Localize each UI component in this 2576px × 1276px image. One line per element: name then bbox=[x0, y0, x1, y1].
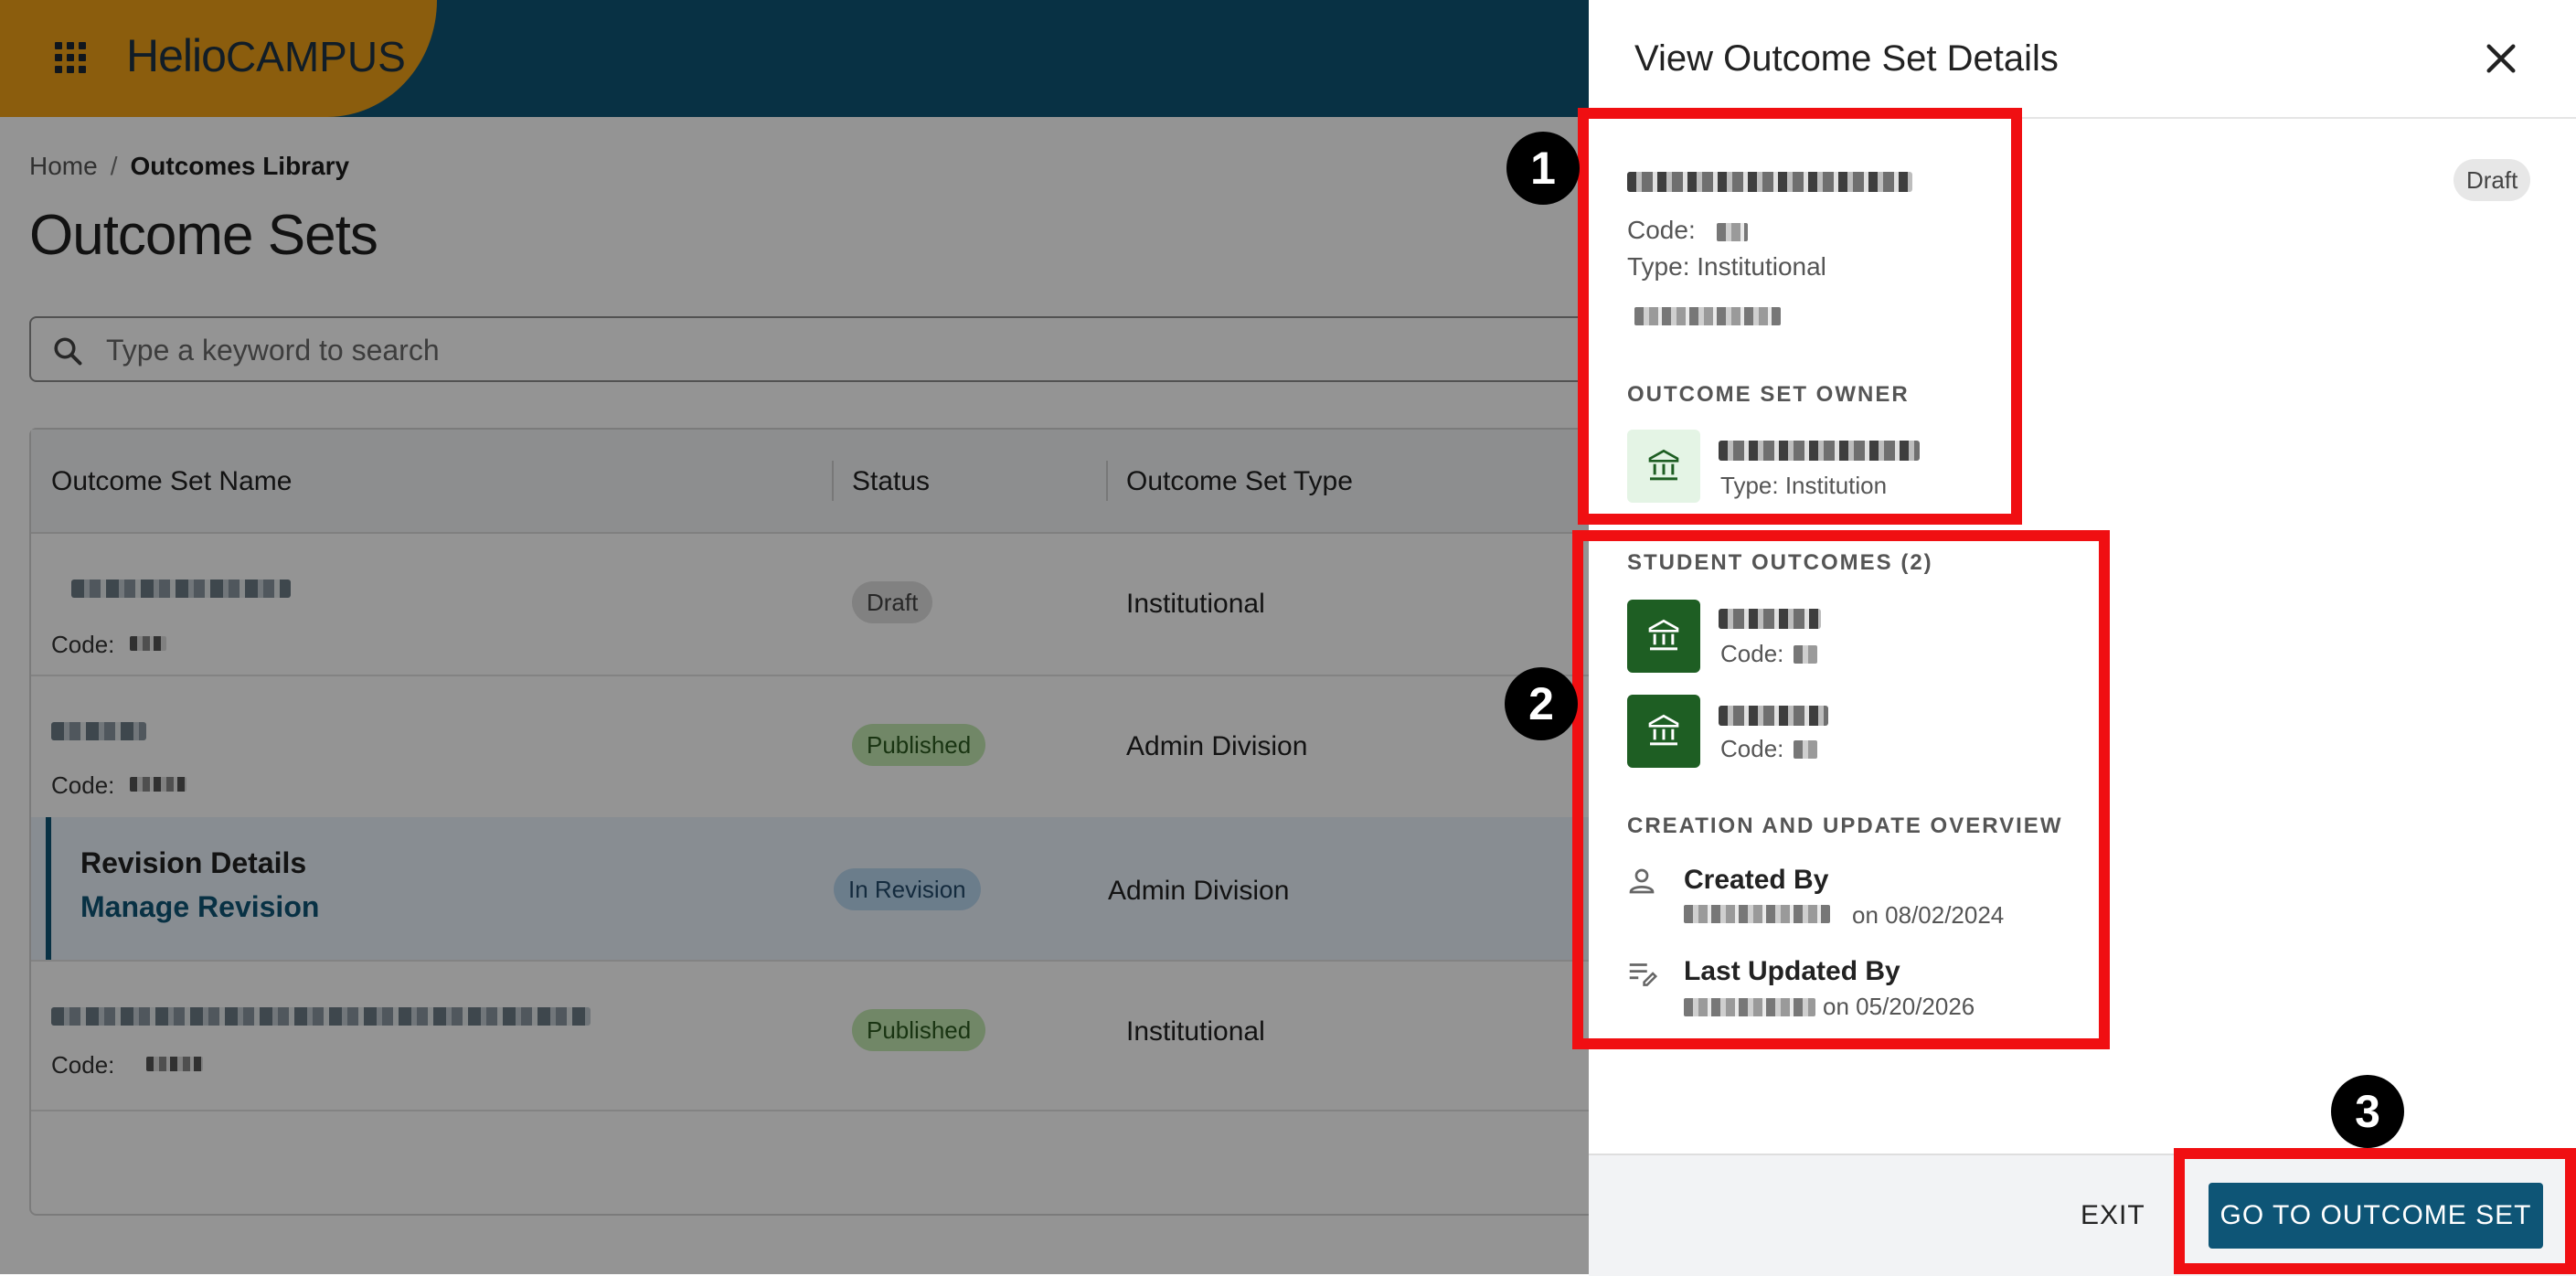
annotation-box-1 bbox=[1578, 108, 2022, 525]
exit-button[interactable]: EXIT bbox=[2075, 1199, 2151, 1232]
callout-marker-3: 3 bbox=[2331, 1075, 2404, 1148]
annotation-box-2 bbox=[1572, 530, 2110, 1049]
annotation-box-3 bbox=[2174, 1148, 2576, 1274]
callout-marker-1: 1 bbox=[1506, 132, 1580, 205]
callout-marker-2: 2 bbox=[1505, 667, 1578, 740]
drawer-title: View Outcome Set Details bbox=[1634, 38, 2059, 79]
close-icon[interactable] bbox=[2483, 40, 2519, 77]
drawer-header: View Outcome Set Details bbox=[1589, 0, 2576, 119]
status-badge: Draft bbox=[2454, 159, 2531, 201]
